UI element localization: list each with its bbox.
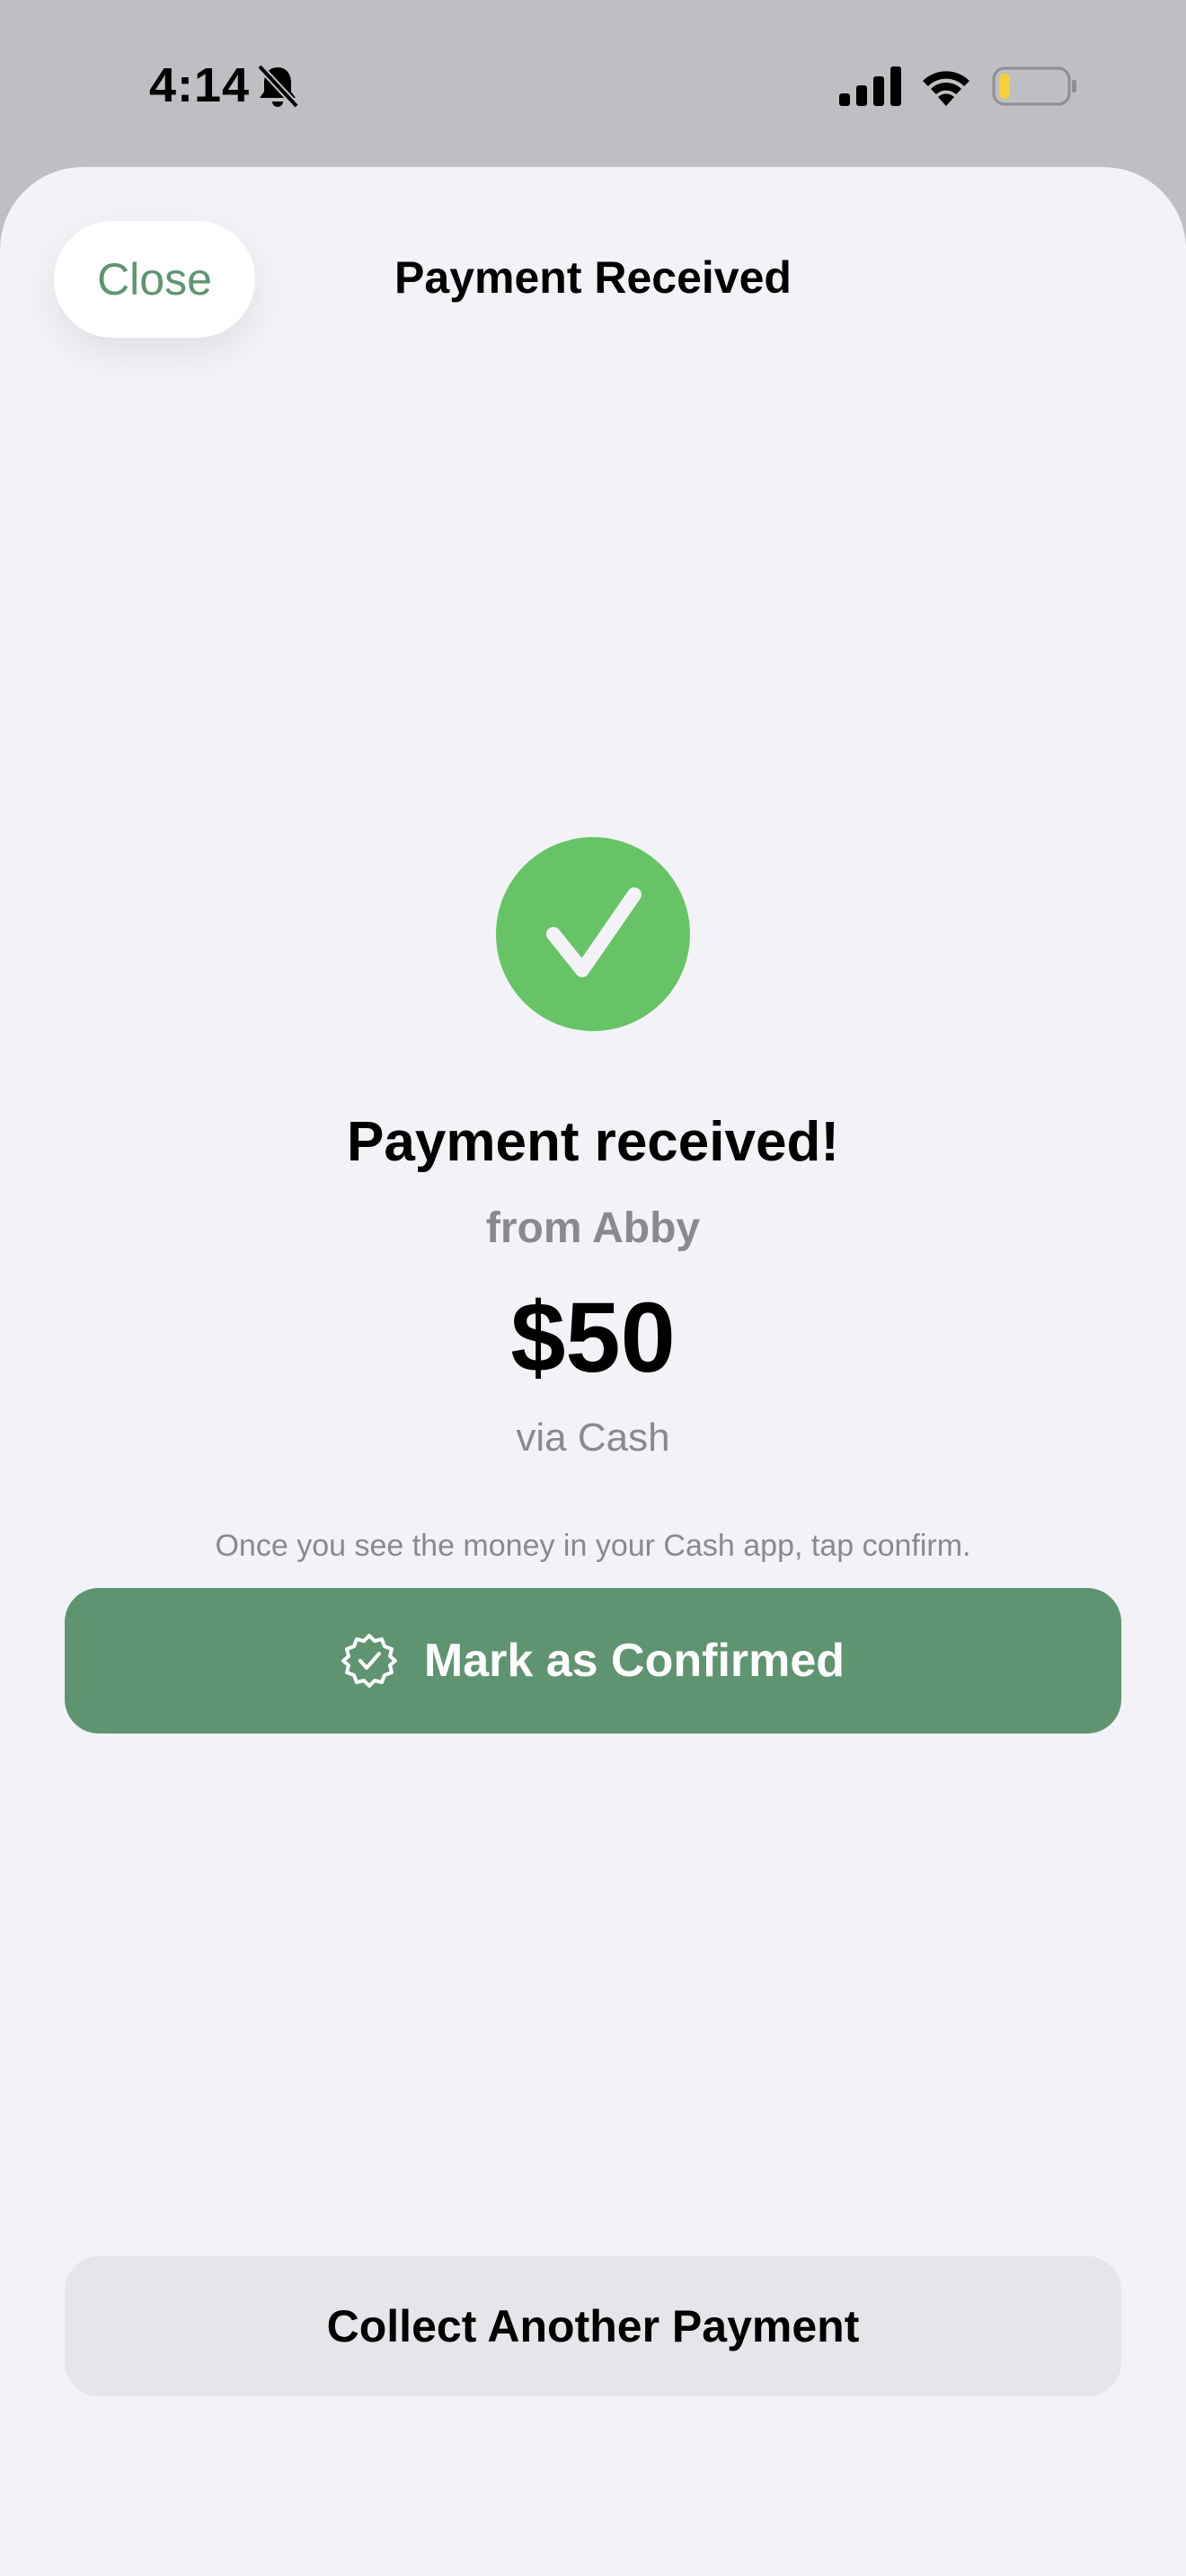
battery-low-icon bbox=[992, 66, 1076, 106]
confirm-instruction: Once you see the money in your Cash app,… bbox=[215, 1529, 971, 1563]
payment-headline: Payment received! bbox=[347, 1111, 839, 1173]
payment-amount: $50 bbox=[510, 1283, 676, 1393]
checkmark-circle-icon bbox=[496, 837, 690, 1031]
nav-title: Payment Received bbox=[394, 252, 792, 303]
mark-as-confirmed-label: Mark as Confirmed bbox=[423, 1635, 845, 1687]
payer-name: from Abby bbox=[485, 1204, 701, 1252]
checkmark-seal-icon bbox=[341, 1634, 397, 1688]
status-time: 4:14 bbox=[149, 58, 251, 112]
mark-as-confirmed-button[interactable]: Mark as Confirmed bbox=[65, 1588, 1121, 1734]
payment-method: via Cash bbox=[516, 1416, 670, 1460]
wifi-icon bbox=[923, 71, 969, 106]
cellular-signal-icon bbox=[839, 66, 901, 106]
status-bar: 4:14 bbox=[0, 0, 1186, 167]
bell-slash-icon bbox=[257, 64, 299, 109]
payment-sheet: Close Payment Received Payment received!… bbox=[0, 167, 1186, 2576]
collect-another-payment-button[interactable]: Collect Another Payment bbox=[65, 2256, 1121, 2396]
collect-another-payment-label: Collect Another Payment bbox=[326, 2301, 860, 2351]
